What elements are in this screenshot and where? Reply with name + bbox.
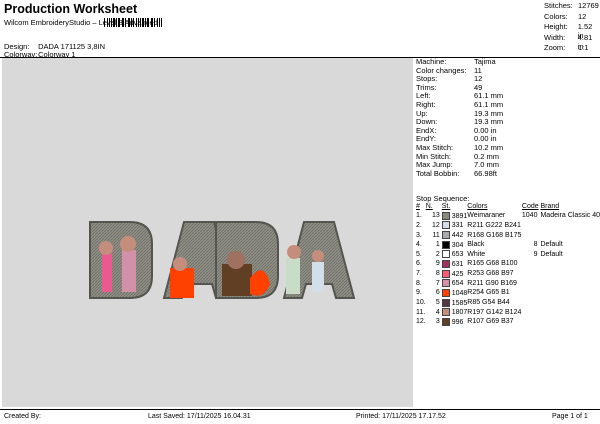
info-row: Total Bobbin: 66.98ft [416, 168, 497, 178]
color-swatch [441, 240, 450, 249]
color-swatch [441, 211, 450, 220]
info-row: Up: 19.3 mm [416, 108, 504, 118]
barcode-bar [160, 18, 163, 27]
barcode [104, 18, 164, 27]
info-row: EndX: 0.00 in [416, 125, 497, 135]
table-row: 8. 7 654 R211 G90 B169 [416, 279, 517, 288]
color-swatch [441, 279, 450, 288]
barcode-bar [123, 18, 124, 27]
barcode-bar [153, 18, 156, 27]
color-swatch [441, 308, 450, 317]
stop-sequence-title: Stop Sequence: [416, 194, 470, 203]
last-saved: Last Saved: 17/11/2025 16.04.31 [148, 413, 251, 420]
barcode-bar [121, 18, 123, 27]
barcode-bar [110, 18, 112, 27]
table-row: 3. 11 442 R168 G168 B175 [416, 231, 522, 240]
color-swatch [441, 317, 450, 326]
barcode-bar [106, 18, 109, 27]
table-row: 9. 6 1048 R254 G65 B1 [416, 288, 510, 297]
barcode-bar [109, 18, 110, 27]
barcode-bar [118, 18, 120, 27]
info-row: Stops: 12 [416, 74, 483, 84]
design-preview [2, 58, 413, 407]
footer: Created By: Last Saved: 17/11/2025 16.04… [0, 410, 600, 424]
table-row: 12. 3 996 R107 G69 B37 [416, 317, 514, 326]
barcode-bar [135, 18, 138, 27]
barcode-bar [150, 18, 152, 27]
table-row: 5. 2 653 White 9 Default [416, 250, 563, 259]
worksheet-title: Production Worksheet [4, 2, 138, 16]
barcode-bar [124, 18, 127, 27]
page-number: Page 1 of 1 [552, 413, 588, 420]
barcode-bar [131, 18, 133, 27]
barcode-bar [146, 18, 149, 27]
info-row: Color changes: 11 [416, 65, 482, 75]
info-row: Right: 61.1 mm [416, 99, 504, 109]
table-row: 10. 5 1585 R85 G54 B44 [416, 298, 510, 307]
barcode-bar [157, 18, 159, 27]
color-swatch [441, 298, 450, 307]
info-row: Down: 19.3 mm [416, 117, 504, 127]
color-swatch [441, 269, 450, 278]
barcode-bar [159, 18, 160, 27]
stat-height: Height: 1.52 in [544, 22, 593, 40]
barcode-bar [104, 18, 105, 27]
stat-stitches: Stitches: 12769 [544, 1, 599, 10]
barcode-bar [116, 18, 118, 27]
table-row: 1. 13 3891 Weimaraner 1040 Madeira Classic 4… [416, 211, 600, 220]
printed-date: Printed: 17/11/2025 17.17.52 [356, 413, 446, 420]
table-row: 6. 9 631 R165 G68 B100 [416, 260, 518, 268]
color-swatch [441, 260, 450, 268]
info-row: Left: 61.1 mm [416, 91, 504, 101]
barcode-bar [142, 18, 144, 27]
stat-width: Width: 4.81 in [544, 32, 593, 51]
stat-zoom: Zoom: 1:1 [544, 43, 589, 52]
machine-info: Machine: Tajima Color changes: 11 Stops: 12… [416, 57, 600, 178]
stop-sequence-table: # N. St. Colors Code Brand 1. 13 3891 Weim… [416, 203, 600, 327]
barcode-bar [133, 18, 134, 27]
created-by: Created By: [4, 413, 41, 420]
barcode-bar [152, 18, 153, 27]
color-swatch [441, 250, 450, 259]
table-row: 11. 4 1807 R197 G142 B124 [416, 308, 522, 317]
barcode-bar [128, 18, 131, 27]
table-row: 4. 1 304 Black 8 Default [416, 240, 563, 249]
table-header: # N. St. Colors Code Brand [416, 203, 560, 210]
table-row: 2. 12 331 R211 G222 B241 [416, 221, 521, 230]
embroidery-preview-image [89, 221, 356, 299]
barcode-bar [139, 18, 141, 27]
info-row: Trims: 49 [416, 82, 483, 92]
barcode-bar [138, 18, 139, 27]
barcode-bar [144, 18, 146, 27]
design-stats: Stitches: 12769 Colors: 12 Height: 1.52 in … [544, 1, 600, 54]
color-swatch [441, 231, 450, 240]
barcode-bar [113, 18, 116, 27]
color-swatch [441, 221, 450, 230]
table-row: 7. 8 425 R253 G68 B97 [416, 269, 514, 278]
color-swatch [441, 288, 450, 297]
stat-colors: Colors: 12 [544, 11, 587, 21]
